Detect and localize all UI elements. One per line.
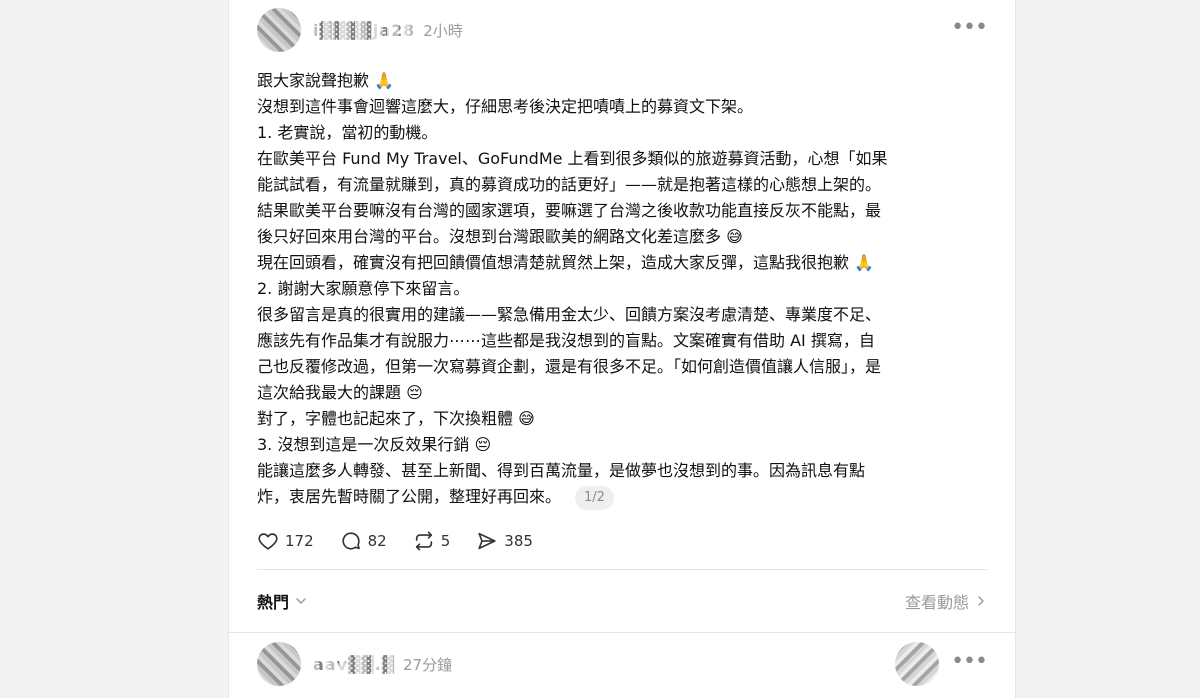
post-line: 3. 沒想到這是一次反效果行銷 😔 — [257, 435, 492, 454]
post-line: 應該先有作品集才有說服力⋯⋯這些都是我沒想到的盲點。文案確實有借助 AI 撰寫，… — [257, 331, 875, 350]
post-line: 1. 老實說，當初的動機。 — [257, 123, 438, 142]
post-line: 沒想到這件事會迴響這麼大，仔細思考後決定把嘖嘖上的募資文下架。 — [257, 97, 754, 116]
post-card: i▓▓▓▓ja28 2小時 ••• 跟大家說聲抱歉 🙏 沒想到這件事會迴響這麼大… — [228, 0, 1016, 698]
sort-label: 熱門 — [257, 593, 290, 612]
divider — [229, 632, 1015, 633]
comment-icon — [342, 532, 360, 550]
post-line-last: 炸，衷居先暫時關了公開，整理好再回來。 1/2 — [257, 484, 987, 510]
more-options-icon[interactable]: ••• — [951, 17, 988, 39]
post-header: i▓▓▓▓ja28 2小時 ••• — [257, 8, 988, 52]
reply-timestamp[interactable]: 27分鐘 — [403, 654, 452, 675]
post-line: 結果歐美平台要嘛沒有台灣的國家選項，要嘛選了台灣之後收款功能直接反灰不能點，最 — [257, 201, 882, 220]
post-line: 炸，衷居先暫時關了公開，整理好再回來。 — [257, 487, 562, 506]
comment-count: 82 — [367, 532, 387, 550]
avatar[interactable] — [257, 642, 301, 686]
chevron-down-icon — [296, 598, 306, 604]
timestamp[interactable]: 2小時 — [423, 20, 463, 41]
username[interactable]: i▓▓▓▓ja28 — [313, 21, 415, 40]
page-indicator[interactable]: 1/2 — [575, 486, 614, 510]
post-line: 現在回頭看，確實沒有把回饋價值想清楚就貿然上架，造成大家反彈，這點我很抱歉 🙏 — [257, 253, 875, 272]
action-bar: 172 82 5 385 — [257, 528, 533, 554]
share-count: 385 — [504, 532, 533, 550]
divider — [257, 569, 987, 570]
post-text: 跟大家說聲抱歉 🙏 沒想到這件事會迴響這麼大，仔細思考後決定把嘖嘖上的募資文下架… — [257, 68, 987, 510]
post-line: 跟大家說聲抱歉 🙏 — [257, 71, 395, 90]
post-line: 2. 謝謝大家願意停下來留言。 — [257, 279, 470, 298]
post-line: 很多留言是真的很實用的建議——緊急備用金太少、回饋方案沒考慮清楚、專業度不足、 — [257, 305, 882, 324]
like-count: 172 — [285, 532, 314, 550]
chevron-right-icon — [978, 596, 984, 606]
comment-button[interactable]: 82 — [340, 530, 387, 552]
sort-dropdown[interactable]: 熱門 — [257, 589, 307, 613]
repost-count: 5 — [440, 532, 451, 550]
reply-header: aav▓▓.▓ 27分鐘 ••• — [257, 642, 988, 686]
replies-sort-row: 熱門 查看動態 — [257, 588, 987, 614]
post-line: 能試試看，有流量就賺到，真的募資成功的話更好」——就是抱著這樣的心態想上架的。 — [257, 175, 882, 194]
avatar[interactable] — [895, 642, 939, 686]
avatar[interactable] — [257, 8, 301, 52]
post-line: 能讓這麼多人轉發、甚至上新聞、得到百萬流量，是做夢也沒想到的事。因為訊息有點 — [257, 461, 866, 480]
reply-username[interactable]: aav▓▓.▓ — [313, 655, 395, 674]
send-icon — [478, 532, 496, 550]
post-line: 後只好回來用台灣的平台。沒想到台灣跟歐美的網路文化差這麼多 😅 — [257, 227, 743, 246]
repost-icon — [415, 531, 432, 551]
like-button[interactable]: 172 — [257, 530, 314, 552]
heart-icon — [258, 533, 278, 550]
post-line: 己也反覆修改過，但第一次寫募資企劃，還是有很多不足。「如何創造價值讓人信服」，是 — [257, 357, 882, 376]
more-options-icon[interactable]: ••• — [951, 651, 988, 673]
view-activity-label: 查看動態 — [904, 593, 969, 612]
post-line: 對了，字體也記起來了，下次換粗體 😅 — [257, 409, 535, 428]
repost-button[interactable]: 5 — [413, 530, 451, 552]
post-line: 這次給我最大的課題 😔 — [257, 383, 423, 402]
view-activity-link[interactable]: 查看動態 — [905, 589, 987, 613]
share-button[interactable]: 385 — [476, 530, 533, 552]
post-line: 在歐美平台 Fund My Travel、GoFundMe 上看到很多類似的旅遊… — [257, 149, 888, 168]
